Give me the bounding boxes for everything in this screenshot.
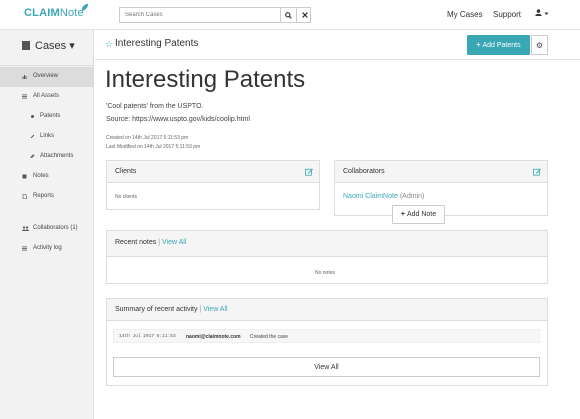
activity-view-all-button[interactable]: View All: [113, 357, 540, 377]
plus-icon: +: [476, 41, 481, 49]
caret-icon: ▾: [69, 40, 75, 52]
add-patents-button[interactable]: + Add Patents: [467, 35, 530, 55]
dot-icon: [31, 115, 34, 118]
list-icon: [22, 94, 27, 99]
leaf-icon: [81, 3, 89, 12]
activity-timestamp: 14th Jul 2017 5:11:53: [119, 334, 176, 339]
settings-button[interactable]: ⚙: [531, 35, 548, 55]
caret-down-icon: [544, 12, 549, 15]
sidebar-item-label: Reports: [33, 193, 55, 199]
clear-search-button[interactable]: [296, 8, 312, 22]
case-source: Source: https://www.uspto.gov/kids/cooli…: [106, 116, 250, 123]
close-icon: [301, 12, 308, 18]
sidebar-item-label: Patents: [40, 113, 61, 119]
activity-panel-header: Summary of recent activity | View All: [107, 299, 547, 321]
note-icon: [22, 174, 27, 179]
sidebar-item-label: Overview: [33, 73, 59, 79]
nav-support[interactable]: Support: [493, 10, 521, 19]
clients-title: Clients: [115, 168, 137, 175]
briefcase-icon: [22, 41, 30, 50]
activity-header-text: Summary of recent activity | View All: [115, 306, 228, 313]
case-description: 'Cool patents' from the USPTO.: [106, 103, 204, 110]
collaborator-name[interactable]: Naomi ClaimNote: [343, 193, 398, 200]
notes-panel: Recent notes | View All No notes: [106, 230, 548, 284]
notes-panel-header: Recent notes | View All: [107, 231, 547, 257]
notes-title: Recent notes: [115, 239, 157, 246]
add-note-button[interactable]: + Add Note: [392, 205, 445, 224]
search-icon: [285, 11, 292, 19]
modified-date: Last Modified on 14th Jul 2017 5:11:53 p…: [106, 144, 201, 150]
collaborator-entry: Naomi ClaimNote (Admin): [343, 193, 424, 200]
top-navbar: CLAIMNote My Cases Support: [0, 0, 580, 30]
sidebar-item-label: Activity log: [33, 245, 62, 251]
search-box: [119, 7, 311, 23]
nav-my-cases[interactable]: My Cases: [447, 10, 483, 19]
collaborator-role: (Admin): [399, 193, 425, 200]
notes-header-text: Recent notes | View All: [115, 239, 186, 246]
star-icon[interactable]: ☆: [105, 39, 113, 50]
add-note-label: Add Note: [406, 211, 437, 218]
collaborators-title: Collaborators: [343, 168, 385, 175]
activity-user: naomi@claimnote.com: [186, 334, 241, 340]
activity-separator: |: [199, 306, 202, 313]
sidebar-item-label: Collaborators (1): [33, 225, 78, 231]
search-button[interactable]: [280, 8, 296, 22]
page-title: Interesting Patents: [105, 66, 306, 93]
activity-title: Summary of recent activity: [115, 306, 198, 313]
paperclip-icon: [30, 154, 35, 159]
sidebar-item-label: All Assets: [33, 93, 60, 99]
activity-row: 14th Jul 2017 5:11:53 naomi@claimnote.co…: [113, 329, 540, 343]
link-icon: [30, 134, 35, 139]
collaborators-panel-header: Collaborators: [335, 161, 547, 183]
clients-panel: Clients No clients: [106, 160, 320, 210]
edit-icon[interactable]: [305, 168, 313, 176]
sidebar-item-notes[interactable]: Notes: [0, 167, 94, 187]
plus-icon: +: [400, 211, 405, 218]
page-header-title: Interesting Patents: [115, 38, 199, 49]
user-menu[interactable]: [535, 9, 549, 18]
sidebar-item-all-assets[interactable]: All Assets: [0, 87, 94, 107]
sidebar-item-label: Attachments: [40, 153, 74, 159]
sidebar-item-label: Notes: [33, 173, 49, 179]
clients-empty-text: No clients: [115, 194, 137, 200]
sidebar-item-links[interactable]: Links: [0, 127, 94, 147]
activity-view-all-link[interactable]: View All: [203, 306, 227, 313]
created-date: Created on 14th Jul 2017 5:11:53 pm: [106, 135, 189, 141]
sidebar-item-activity-log[interactable]: Activity log: [0, 239, 94, 259]
sidebar-item-overview[interactable]: Overview: [0, 67, 94, 87]
sidebar-item-attachments[interactable]: Attachments: [0, 147, 94, 167]
sidebar-item-label: Links: [40, 133, 55, 139]
sidebar-item-patents[interactable]: Patents: [0, 107, 94, 127]
claimnote-logo[interactable]: CLAIMNote: [24, 3, 89, 19]
add-patents-label: Add Patents: [482, 41, 521, 49]
sidebar: Cases ▾ Overview All Assets Patents Link…: [0, 30, 94, 419]
user-icon: [535, 9, 542, 16]
users-icon: [22, 226, 29, 231]
logo-claim: CLAIM: [24, 7, 60, 19]
cases-dropdown[interactable]: Cases ▾: [0, 30, 94, 66]
file-icon: [22, 194, 27, 199]
sidebar-item-collaborators[interactable]: Collaborators (1): [0, 219, 94, 239]
cases-title: Cases: [35, 40, 67, 52]
notes-view-all-link[interactable]: View All: [162, 239, 186, 246]
list-icon: [22, 246, 27, 251]
page-header: ☆ Interesting Patents + Add Patents ⚙: [95, 30, 580, 60]
edit-icon[interactable]: [533, 168, 541, 176]
notes-separator: |: [158, 239, 161, 246]
activity-action: Created the case: [250, 334, 289, 340]
notes-empty-text: No notes: [315, 270, 336, 276]
clients-panel-header: Clients: [107, 161, 319, 183]
sidebar-item-reports[interactable]: Reports: [0, 187, 94, 207]
search-input[interactable]: [120, 8, 280, 22]
bar-chart-icon: [22, 75, 27, 79]
gear-icon: ⚙: [535, 40, 544, 50]
